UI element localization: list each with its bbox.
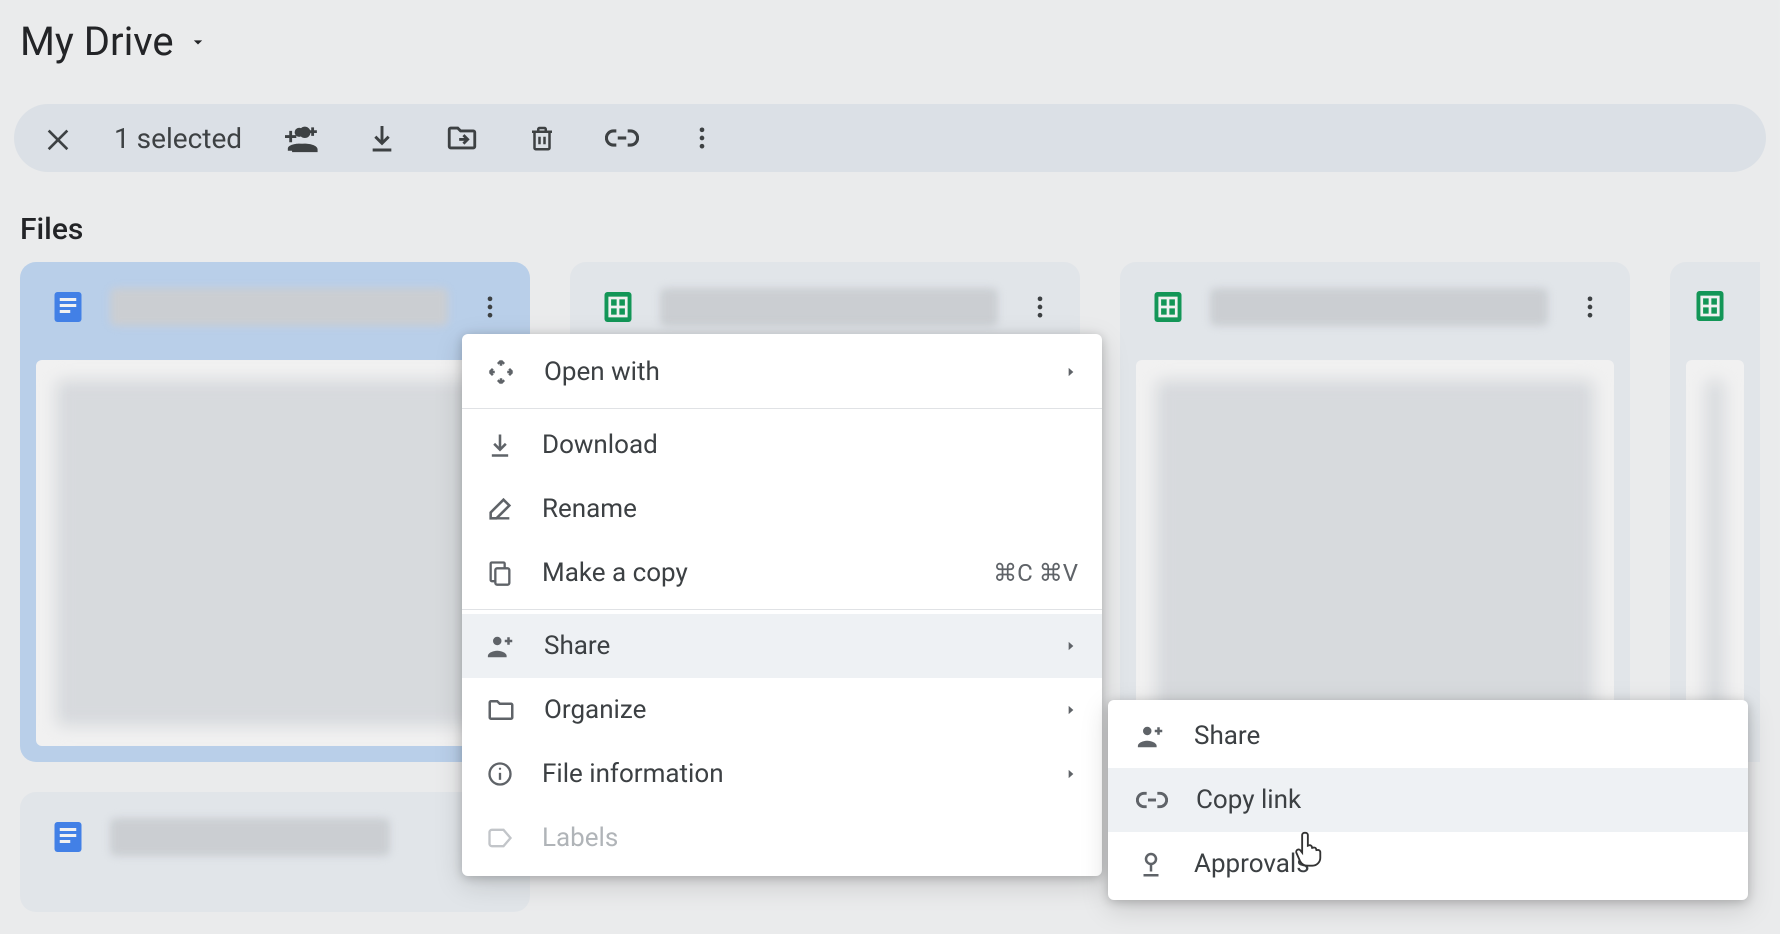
file-card[interactable] — [20, 262, 530, 762]
docs-icon — [50, 289, 86, 325]
approvals-icon — [1136, 849, 1166, 879]
menu-separator — [462, 408, 1102, 409]
submenu-share[interactable]: Share — [1108, 704, 1748, 768]
file-more-button[interactable] — [472, 289, 508, 325]
menu-share[interactable]: Share — [462, 614, 1102, 678]
sheets-icon — [1150, 289, 1186, 325]
menu-make-a-copy[interactable]: Make a copy ⌘C ⌘V — [462, 541, 1102, 605]
menu-open-with[interactable]: Open with — [462, 340, 1102, 404]
copy-icon — [486, 559, 514, 587]
folder-icon — [486, 695, 516, 725]
menu-file-information[interactable]: File information — [462, 742, 1102, 806]
menu-separator — [462, 609, 1102, 610]
file-card-header — [20, 262, 530, 352]
more-actions-button[interactable] — [682, 118, 722, 158]
menu-organize[interactable]: Organize — [462, 678, 1102, 742]
clear-selection-button[interactable] — [42, 122, 74, 154]
open-with-icon — [486, 357, 516, 387]
sheets-icon — [1692, 288, 1728, 324]
menu-label: Rename — [542, 494, 1078, 524]
submenu-label: Approvals — [1194, 849, 1310, 879]
menu-label: Make a copy — [542, 558, 965, 588]
menu-label: Organize — [544, 695, 1078, 725]
selection-toolbar: 1 selected — [14, 104, 1766, 172]
file-thumbnail — [1136, 360, 1614, 746]
share-icon — [1136, 721, 1166, 751]
breadcrumb-title: My Drive — [20, 18, 174, 65]
file-card[interactable] — [1120, 262, 1630, 762]
download-button[interactable] — [362, 118, 402, 158]
menu-download[interactable]: Download — [462, 413, 1102, 477]
share-icon — [486, 631, 516, 661]
chevron-right-icon — [1064, 365, 1078, 379]
share-button[interactable] — [282, 118, 322, 158]
download-icon — [486, 431, 514, 459]
menu-label: Labels — [542, 823, 1078, 853]
get-link-button[interactable] — [602, 118, 642, 158]
drive-page: My Drive 1 selected Files — [0, 0, 1780, 934]
submenu-label: Copy link — [1196, 785, 1301, 815]
menu-rename[interactable]: Rename — [462, 477, 1102, 541]
file-thumbnail — [1686, 360, 1744, 746]
menu-label: File information — [542, 759, 1078, 789]
file-card[interactable] — [1670, 262, 1760, 762]
file-card-header — [1120, 262, 1630, 352]
chevron-right-icon — [1064, 639, 1078, 653]
trash-button[interactable] — [522, 118, 562, 158]
link-icon — [1136, 784, 1168, 816]
chevron-right-icon — [1064, 767, 1078, 781]
menu-label: Share — [544, 631, 1078, 661]
selection-count: 1 selected — [114, 122, 242, 155]
file-context-menu: Open with Download Rename Make a copy ⌘C… — [462, 334, 1102, 876]
caret-down-icon — [188, 32, 208, 52]
submenu-copy-link[interactable]: Copy link — [1108, 768, 1748, 832]
files-heading: Files — [20, 212, 83, 247]
sheets-icon — [600, 289, 636, 325]
menu-label: Open with — [544, 357, 1078, 387]
menu-shortcut: ⌘C ⌘V — [993, 559, 1078, 587]
move-button[interactable] — [442, 118, 482, 158]
submenu-label: Share — [1194, 721, 1260, 751]
file-name — [660, 288, 998, 326]
file-name — [1210, 288, 1548, 326]
file-name — [110, 818, 390, 856]
share-submenu: Share Copy link Approvals — [1108, 700, 1748, 900]
label-icon — [486, 824, 514, 852]
file-card[interactable] — [20, 792, 530, 912]
docs-icon — [50, 819, 86, 855]
submenu-approvals[interactable]: Approvals — [1108, 832, 1748, 896]
chevron-right-icon — [1064, 703, 1078, 717]
rename-icon — [486, 495, 514, 523]
file-thumbnail — [36, 360, 514, 746]
menu-label: Download — [542, 430, 1078, 460]
menu-labels: Labels — [462, 806, 1102, 870]
breadcrumb[interactable]: My Drive — [20, 18, 208, 65]
file-more-button[interactable] — [1572, 289, 1608, 325]
info-icon — [486, 760, 514, 788]
file-name — [110, 288, 448, 326]
file-card-header — [1670, 262, 1760, 350]
file-more-button[interactable] — [1022, 289, 1058, 325]
file-card-header — [20, 792, 530, 882]
